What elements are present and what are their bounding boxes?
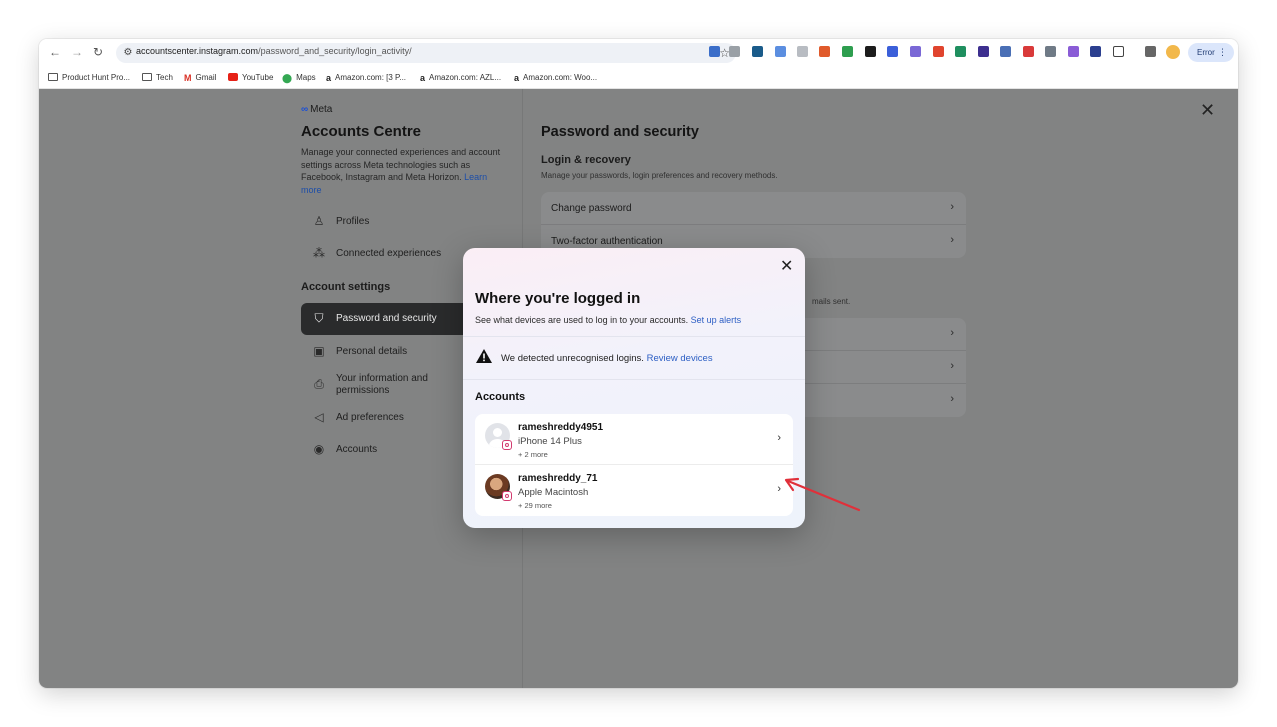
account-more-devices: + 29 more xyxy=(518,501,552,510)
bookmark-item[interactable]: Tech xyxy=(142,71,173,84)
where-logged-in-dialog: ✕ Where you're logged in See what device… xyxy=(463,248,805,528)
extension-icon[interactable] xyxy=(910,46,921,57)
back-icon[interactable]: ← xyxy=(47,44,63,60)
error-button[interactable]: Error ⋮ xyxy=(1188,43,1234,62)
extension-icon[interactable] xyxy=(709,46,720,57)
account-circle-icon: ◉ xyxy=(313,442,325,456)
account-more-devices: + 2 more xyxy=(518,450,548,459)
instagram-icon xyxy=(502,491,512,501)
folder-icon xyxy=(48,73,58,81)
extension-icon[interactable] xyxy=(797,46,808,57)
bookmark-item[interactable]: a Amazon.com: [3 P... xyxy=(326,71,406,84)
forward-icon[interactable]: → xyxy=(69,44,85,60)
review-devices-link[interactable]: Review devices xyxy=(647,353,713,364)
amazon-icon: a xyxy=(326,73,332,83)
extension-icon[interactable] xyxy=(978,46,989,57)
extension-icon[interactable] xyxy=(819,46,830,57)
sidebar-item-profiles[interactable]: ♙ Profiles xyxy=(301,206,506,238)
bookmark-item[interactable]: YouTube xyxy=(228,71,273,84)
megaphone-icon: ◁ xyxy=(314,410,324,424)
account-username: rameshreddy4951 xyxy=(518,422,604,433)
chevron-right-icon: › xyxy=(950,201,954,213)
dialog-subtitle: See what devices are used to log in to y… xyxy=(475,315,742,325)
address-bar[interactable]: ⚙ accountscenter.instagram.com/password_… xyxy=(116,43,736,63)
divider xyxy=(463,379,805,380)
chevron-right-icon: › xyxy=(950,360,954,372)
close-icon[interactable]: ✕ xyxy=(1200,101,1215,119)
chevron-right-icon: › xyxy=(950,327,954,339)
reading-list-icon[interactable] xyxy=(1145,46,1156,57)
account-device: Apple Macintosh xyxy=(518,487,589,498)
security-checks-description: mails sent. xyxy=(812,297,851,306)
extension-icon[interactable] xyxy=(729,46,740,57)
extension-icon[interactable] xyxy=(775,46,786,57)
chevron-right-icon: › xyxy=(777,432,781,444)
extension-icon[interactable] xyxy=(955,46,966,57)
account-device: iPhone 14 Plus xyxy=(518,436,582,447)
extension-icon[interactable] xyxy=(887,46,898,57)
account-row[interactable]: rameshreddy4951 iPhone 14 Plus + 2 more … xyxy=(475,414,793,465)
bookmark-item[interactable]: a Amazon.com: AZL... xyxy=(420,71,501,84)
meta-logo: ∞ Meta xyxy=(301,104,333,115)
extension-icon[interactable] xyxy=(1000,46,1011,57)
accounts-label: Accounts xyxy=(475,391,526,403)
page-backdrop[interactable]: ✕ ∞ Meta Accounts Centre Manage your conn… xyxy=(39,89,1238,688)
page-title: Accounts Centre xyxy=(301,123,422,140)
site-settings-icon[interactable]: ⚙ xyxy=(120,45,136,61)
menu-dots-icon: ⋮ xyxy=(1218,47,1227,57)
sidebar-description: Manage your connected experiences and ac… xyxy=(301,147,501,195)
instagram-icon xyxy=(502,440,512,450)
account-username: rameshreddy_71 xyxy=(518,473,598,484)
bookmark-item[interactable]: a Amazon.com: Woo... xyxy=(514,71,597,84)
dialog-title: Where you're logged in xyxy=(475,290,641,307)
section-label: Account settings xyxy=(301,281,391,293)
person-icon: ♙ xyxy=(313,214,325,228)
warning-icon xyxy=(476,349,492,363)
extension-icon[interactable] xyxy=(1045,46,1056,57)
shield-icon: ⛉ xyxy=(314,311,324,325)
youtube-icon xyxy=(228,73,238,81)
accounts-list: rameshreddy4951 iPhone 14 Plus + 2 more … xyxy=(475,414,793,516)
bookmark-item[interactable]: M Gmail xyxy=(184,71,216,84)
extensions-puzzle-icon[interactable] xyxy=(1113,46,1124,57)
connected-icon: ⁂ xyxy=(313,246,325,260)
browser-window: ← → ↻ ⚙ accountscenter.instagram.com/pas… xyxy=(39,39,1238,688)
annotation-arrow-icon xyxy=(784,477,861,512)
chevron-right-icon: › xyxy=(950,393,954,405)
extension-icon[interactable] xyxy=(1090,46,1101,57)
account-row[interactable]: rameshreddy_71 Apple Macintosh + 29 more… xyxy=(475,465,793,516)
extension-icon[interactable] xyxy=(933,46,944,57)
gmail-icon: M xyxy=(184,73,192,83)
meta-infinity-icon: ∞ xyxy=(301,104,309,115)
bookmark-item[interactable]: ⬤ Maps xyxy=(282,71,316,84)
bookmark-item[interactable]: Product Hunt Pro... xyxy=(48,71,130,84)
extension-icon[interactable] xyxy=(752,46,763,57)
chevron-right-icon: › xyxy=(950,234,954,246)
unrecognised-logins-warning: We detected unrecognised logins. Review … xyxy=(501,353,713,364)
change-password-row[interactable]: Change password › xyxy=(541,192,966,225)
reload-icon[interactable]: ↻ xyxy=(90,44,106,60)
extension-icon[interactable] xyxy=(842,46,853,57)
login-recovery-description: Manage your passwords, login preferences… xyxy=(541,171,778,180)
section-title: Password and security xyxy=(541,124,699,140)
info-lock-icon: ⎙ xyxy=(314,377,324,391)
folder-icon xyxy=(142,73,152,81)
extension-icon[interactable] xyxy=(1068,46,1079,57)
maps-icon: ⬤ xyxy=(282,73,293,83)
extension-icon[interactable] xyxy=(1023,46,1034,57)
divider xyxy=(463,336,805,337)
url-text[interactable]: accountscenter.instagram.com/password_an… xyxy=(136,46,412,56)
chevron-right-icon: › xyxy=(777,483,781,495)
profile-avatar[interactable] xyxy=(1166,45,1180,59)
amazon-icon: a xyxy=(420,73,426,83)
login-recovery-title: Login & recovery xyxy=(541,154,631,166)
amazon-icon: a xyxy=(514,73,520,83)
bookmarks-bar: Product Hunt Pro... Tech M Gmail YouTube … xyxy=(39,66,1238,89)
browser-toolbar: ← → ↻ ⚙ accountscenter.instagram.com/pas… xyxy=(39,39,1238,66)
set-up-alerts-link[interactable]: Set up alerts xyxy=(691,315,742,325)
extension-icon[interactable] xyxy=(865,46,876,57)
id-card-icon: ▣ xyxy=(313,344,325,358)
close-icon[interactable]: ✕ xyxy=(780,259,793,275)
